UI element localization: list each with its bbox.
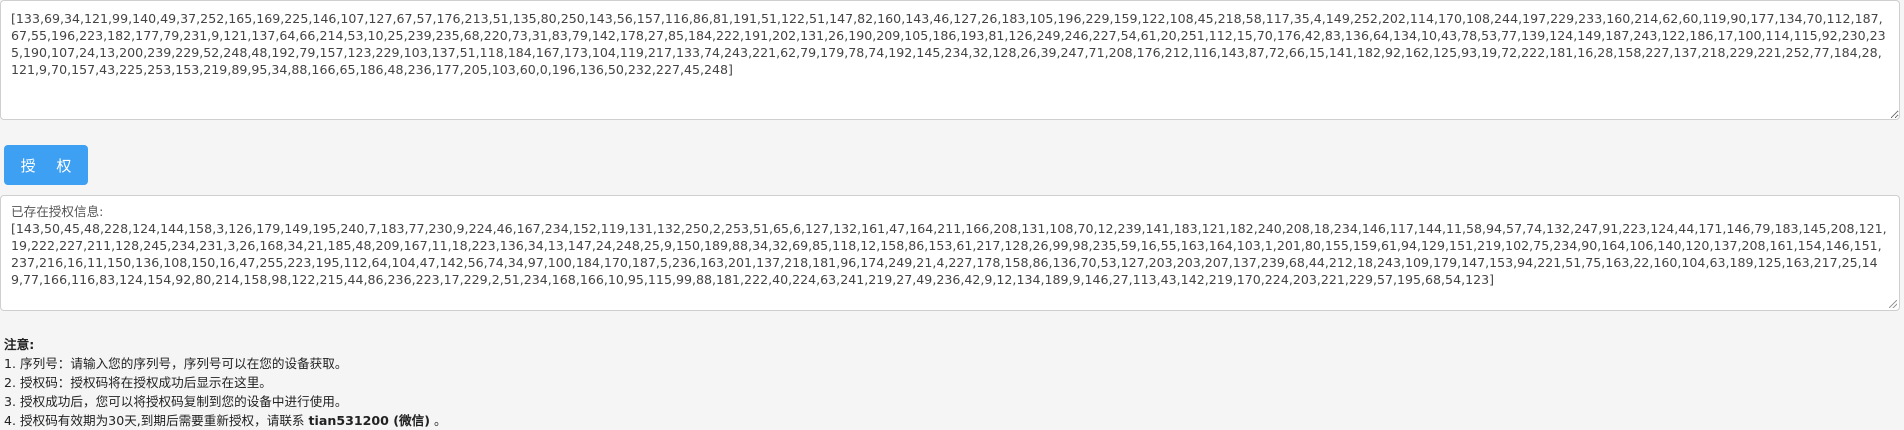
note-item-auth-code: 2. 授权码：授权码将在授权成功后显示在这里。 bbox=[4, 375, 272, 390]
note-validity-suffix: 。 bbox=[430, 413, 447, 428]
note-item-usage: 3. 授权成功后，您可以将授权码复制到您的设备中进行使用。 bbox=[4, 394, 348, 409]
existing-auth-info-panel[interactable]: 已存在授权信息: [143,50,45,48,228,124,144,158,3… bbox=[0, 195, 1900, 311]
serial-number-input[interactable] bbox=[0, 0, 1900, 120]
resize-grip-icon[interactable] bbox=[1889, 300, 1897, 308]
existing-auth-info-label: 已存在授权信息: bbox=[11, 204, 104, 219]
contact-wechat: tian531200 (微信) bbox=[308, 413, 430, 428]
notes-title: 注意: bbox=[4, 337, 35, 352]
note-item-serial: 1. 序列号：请输入您的序列号，序列号可以在您的设备获取。 bbox=[4, 356, 348, 371]
note-item-validity: 4. 授权码有效期为30天,到期后需要重新授权，请联系 tian531200 (… bbox=[4, 411, 1894, 430]
existing-auth-code[interactable]: [143,50,45,48,228,124,144,158,3,126,179,… bbox=[11, 220, 1889, 288]
notes-section: 注意: 1. 序列号：请输入您的序列号，序列号可以在您的设备获取。 2. 授权码… bbox=[4, 335, 1894, 430]
authorize-button[interactable]: 授 权 bbox=[4, 145, 88, 185]
auth-page: 授 权 已存在授权信息: [143,50,45,48,228,124,144,1… bbox=[0, 0, 1904, 430]
note-validity-text: 4. 授权码有效期为30天,到期后需要重新授权，请联系 bbox=[4, 413, 309, 428]
